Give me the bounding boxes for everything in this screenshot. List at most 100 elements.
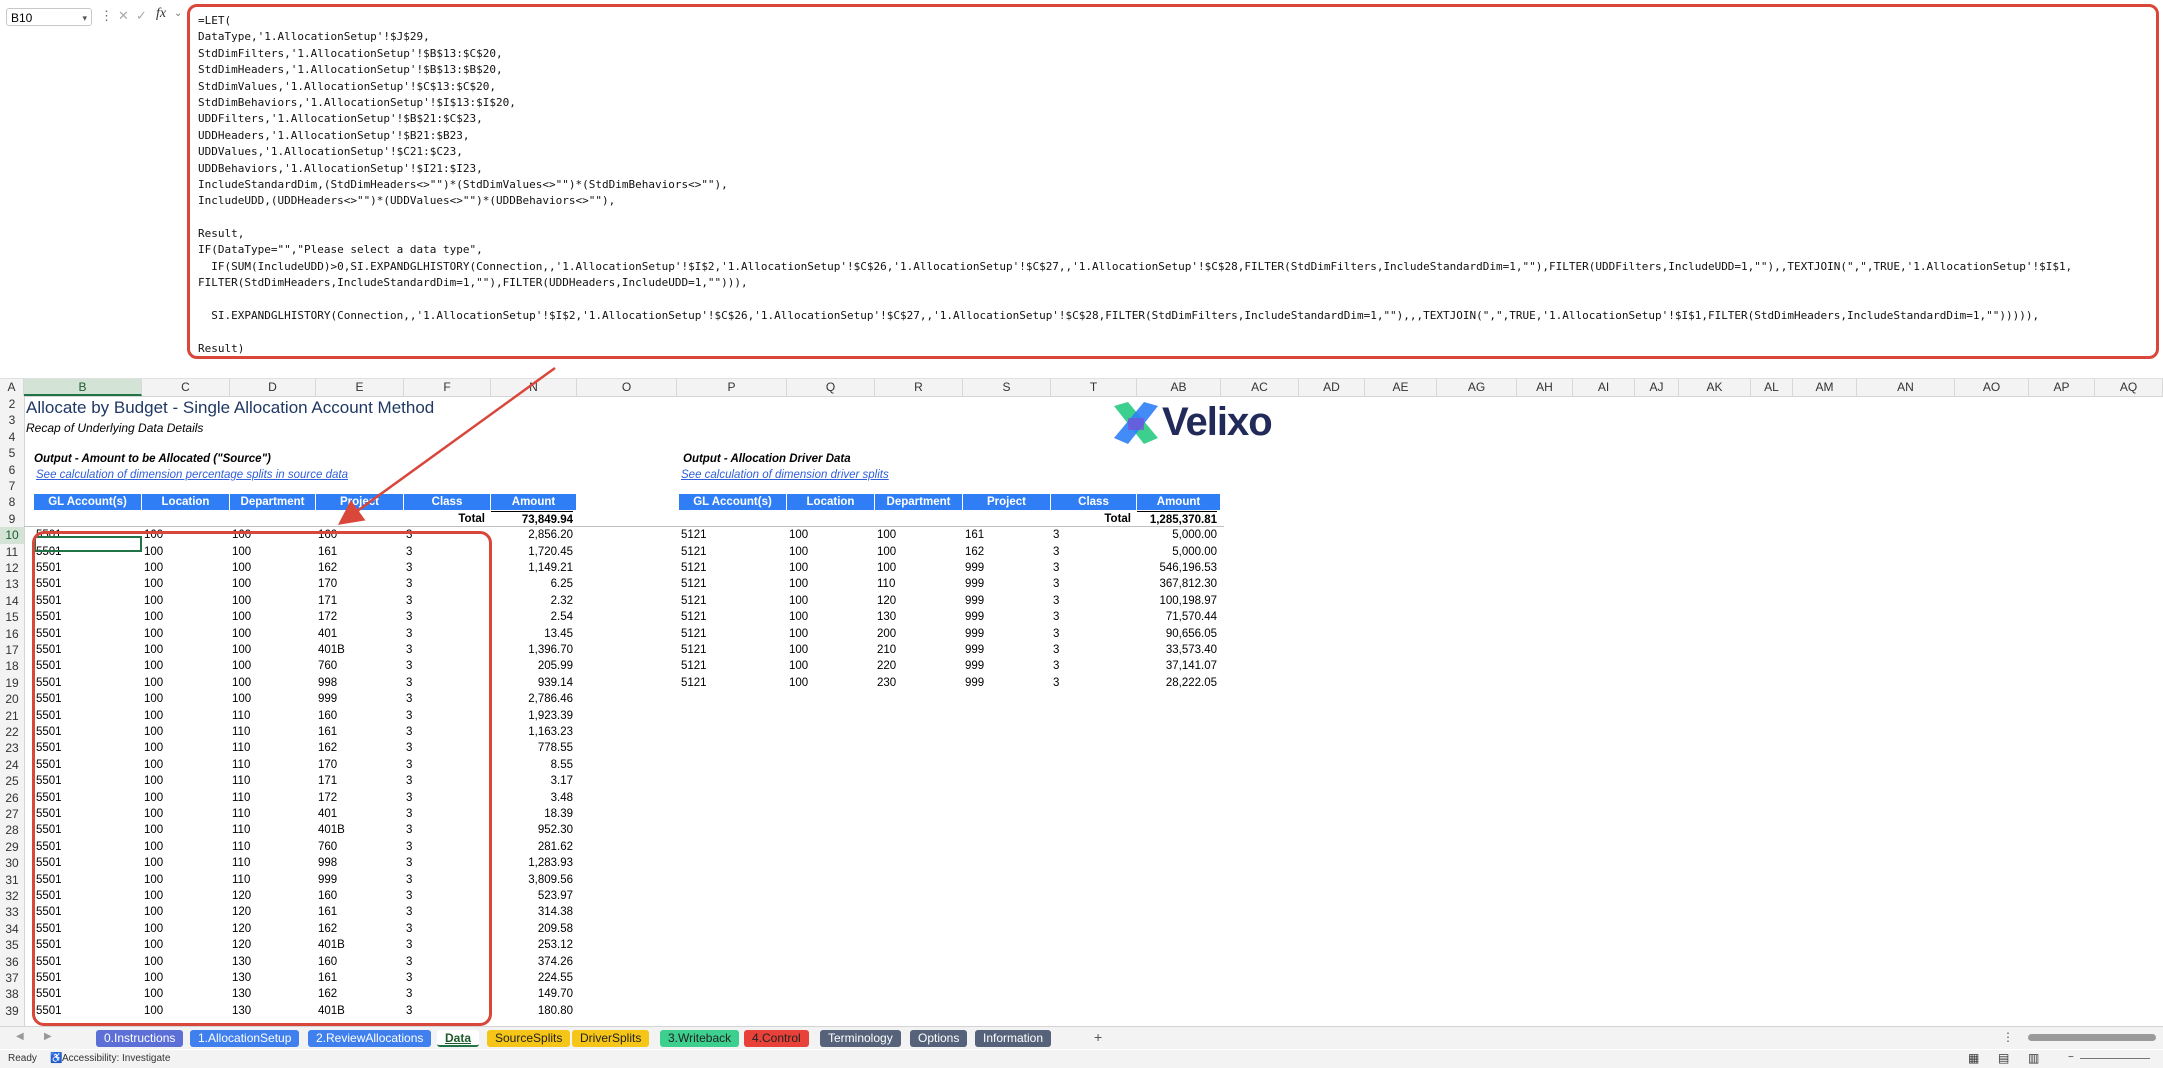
- table-cell[interactable]: 999: [965, 609, 984, 625]
- column-header-P[interactable]: P: [677, 379, 787, 396]
- table-cell[interactable]: 100: [877, 560, 896, 576]
- table-cell[interactable]: 2.54: [491, 609, 573, 625]
- row-header-6[interactable]: 6: [0, 462, 24, 478]
- column-header-AJ[interactable]: AJ: [1635, 379, 1679, 396]
- formula-input[interactable]: =LET(DataType,'1.AllocationSetup'!$J$29,…: [187, 4, 2159, 359]
- add-sheet-icon[interactable]: +: [1094, 1029, 1102, 1045]
- table-cell[interactable]: 1,149.21: [491, 560, 573, 576]
- page-layout-icon[interactable]: ▤: [1998, 1051, 2009, 1065]
- column-header-AM[interactable]: AM: [1793, 379, 1857, 396]
- row-header-38[interactable]: 38: [0, 986, 24, 1002]
- tab-data[interactable]: Data: [437, 1030, 480, 1047]
- table-cell[interactable]: 100: [789, 642, 808, 658]
- table-cell[interactable]: 546,196.53: [1137, 560, 1217, 576]
- column-header-C[interactable]: C: [142, 379, 230, 396]
- table-cell[interactable]: 110: [877, 576, 895, 592]
- scroll-left-icon[interactable]: ◀: [16, 1031, 24, 1042]
- table-cell[interactable]: 6.25: [491, 576, 573, 592]
- row-header-17[interactable]: 17: [0, 642, 24, 658]
- table-cell[interactable]: 1,396.70: [491, 642, 573, 658]
- table-cell[interactable]: 28,222.05: [1137, 675, 1217, 691]
- column-header-O[interactable]: O: [577, 379, 677, 396]
- table-cell[interactable]: 224.55: [491, 970, 573, 986]
- table-cell[interactable]: 100: [789, 675, 808, 691]
- table-cell[interactable]: 3: [1053, 560, 1059, 576]
- table-cell[interactable]: 220: [877, 658, 896, 674]
- row-header-21[interactable]: 21: [0, 708, 24, 724]
- row-header-11[interactable]: 11: [0, 544, 24, 560]
- table-cell[interactable]: 33,573.40: [1137, 642, 1217, 658]
- column-header-A[interactable]: A: [0, 379, 24, 396]
- table-cell[interactable]: 209.58: [491, 921, 573, 937]
- table-cell[interactable]: 999: [965, 675, 984, 691]
- table-cell[interactable]: 999: [965, 658, 984, 674]
- row-header-10[interactable]: 10: [0, 527, 24, 544]
- table-cell[interactable]: 200: [877, 626, 896, 642]
- enter-check-icon[interactable]: ✓: [136, 8, 147, 24]
- table-cell[interactable]: 3: [1053, 642, 1059, 658]
- horizontal-scrollbar[interactable]: [2028, 1034, 2156, 1041]
- row-header-31[interactable]: 31: [0, 872, 24, 888]
- table-cell[interactable]: 37,141.07: [1137, 658, 1217, 674]
- column-header-R[interactable]: R: [875, 379, 963, 396]
- table-cell[interactable]: 314.38: [491, 904, 573, 920]
- table-cell[interactable]: 3: [1053, 658, 1059, 674]
- row-header-4[interactable]: 4: [0, 429, 24, 445]
- table-cell[interactable]: 1,283.93: [491, 855, 573, 871]
- row-header-9[interactable]: 9: [0, 511, 24, 527]
- table-cell[interactable]: 5121: [681, 658, 707, 674]
- row-header-24[interactable]: 24: [0, 757, 24, 773]
- table-cell[interactable]: 939.14: [491, 675, 573, 691]
- column-header-AB[interactable]: AB: [1137, 379, 1221, 396]
- table-cell[interactable]: 100: [789, 626, 808, 642]
- column-header-S[interactable]: S: [963, 379, 1051, 396]
- column-header-N[interactable]: N: [491, 379, 577, 396]
- row-header-37[interactable]: 37: [0, 970, 24, 986]
- scroll-right-icon[interactable]: ▶: [44, 1031, 52, 1042]
- table-cell[interactable]: 180.80: [491, 1003, 573, 1019]
- tab-sourcesplits[interactable]: SourceSplits: [487, 1030, 571, 1047]
- table-cell[interactable]: 3.48: [491, 790, 573, 806]
- row-header-25[interactable]: 25: [0, 773, 24, 789]
- table-cell[interactable]: 100: [877, 544, 896, 560]
- table-cell[interactable]: 13.45: [491, 626, 573, 642]
- column-header-AP[interactable]: AP: [2029, 379, 2095, 396]
- row-header-13[interactable]: 13: [0, 576, 24, 592]
- row-header-23[interactable]: 23: [0, 740, 24, 756]
- page-break-icon[interactable]: ▥: [2028, 1051, 2039, 1065]
- row-header-8[interactable]: 8: [0, 494, 24, 510]
- row-header-20[interactable]: 20: [0, 691, 24, 707]
- table-cell[interactable]: 778.55: [491, 740, 573, 756]
- table-cell[interactable]: 3,809.56: [491, 872, 573, 888]
- table-cell[interactable]: 2.32: [491, 593, 573, 609]
- table-cell[interactable]: 2,856.20: [491, 527, 573, 543]
- table-cell[interactable]: 3: [1053, 626, 1059, 642]
- table-cell[interactable]: 100: [789, 658, 808, 674]
- column-header-AD[interactable]: AD: [1299, 379, 1365, 396]
- table-cell[interactable]: 18.39: [491, 806, 573, 822]
- row-header-5[interactable]: 5: [0, 445, 24, 461]
- table-cell[interactable]: 374.26: [491, 954, 573, 970]
- table-cell[interactable]: 5121: [681, 626, 707, 642]
- table-cell[interactable]: 523.97: [491, 888, 573, 904]
- zoom-slider[interactable]: [2080, 1058, 2150, 1059]
- table-cell[interactable]: 100: [789, 544, 808, 560]
- table-cell[interactable]: 1,923.39: [491, 708, 573, 724]
- table-cell[interactable]: 205.99: [491, 658, 573, 674]
- name-box[interactable]: B10 ▾: [6, 8, 92, 26]
- table-cell[interactable]: 3: [1053, 544, 1059, 560]
- column-header-D[interactable]: D: [230, 379, 316, 396]
- row-header-2[interactable]: 2: [0, 396, 24, 412]
- table-cell[interactable]: 90,656.05: [1137, 626, 1217, 642]
- row-header-7[interactable]: 7: [0, 478, 24, 494]
- column-header-Q[interactable]: Q: [787, 379, 875, 396]
- table-cell[interactable]: 952.30: [491, 822, 573, 838]
- driver-splits-link[interactable]: See calculation of dimension driver spli…: [681, 469, 889, 481]
- table-cell[interactable]: 3: [1053, 576, 1059, 592]
- more-tabs-icon[interactable]: ⋮: [2002, 1030, 2014, 1044]
- table-cell[interactable]: 253.12: [491, 937, 573, 953]
- table-cell[interactable]: 149.70: [491, 986, 573, 1002]
- table-cell[interactable]: 3: [1053, 527, 1059, 543]
- table-cell[interactable]: 367,812.30: [1137, 576, 1217, 592]
- table-cell[interactable]: 5121: [681, 609, 707, 625]
